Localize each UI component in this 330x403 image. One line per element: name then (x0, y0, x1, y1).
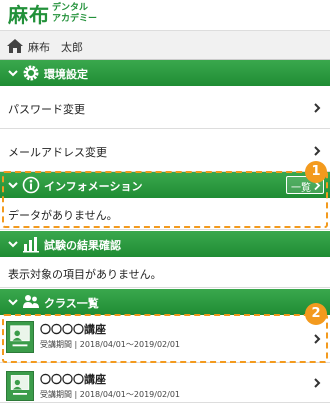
settings-item-email[interactable]: メールアドレス変更 (0, 129, 330, 172)
settings-item-password[interactable]: パスワード変更 (0, 86, 330, 129)
chevron-right-icon (314, 378, 321, 388)
course-period: 受講期間 | 2018/04/01〜2019/02/01 (40, 390, 180, 399)
course-title: 〇〇〇〇講座 (40, 373, 106, 386)
chevron-right-icon (314, 146, 321, 156)
badge-information: 1 (305, 161, 327, 183)
gear-icon (23, 65, 39, 81)
settings-item-label: パスワード変更 (8, 103, 85, 116)
logo-sub-text: デンタル アカデミー (52, 3, 122, 25)
user-name: 麻布 太郎 (28, 41, 83, 54)
section-header-classes[interactable]: クラス一覧 (0, 289, 330, 315)
highlight-frame-class-item (2, 314, 328, 363)
section-header-exam[interactable]: 試験の結果確認 (0, 231, 330, 257)
chevron-down-icon (8, 70, 18, 77)
section-title-classes: クラス一覧 (44, 297, 99, 310)
user-bar: 麻布 太郎 (0, 30, 330, 60)
chevron-right-icon (314, 103, 321, 113)
exam-empty-row: 表示対象の項目がありません。 (0, 257, 330, 288)
logo-bar: 麻布 デンタル アカデミー (0, 0, 330, 30)
logo-sub-line-2: アカデミー (52, 14, 98, 24)
logo-sub-line-1: デンタル (52, 3, 89, 13)
section-header-settings[interactable]: 環境設定 (0, 60, 330, 86)
chevron-down-icon (8, 299, 18, 306)
chevron-down-icon (8, 241, 18, 248)
exam-empty-text: 表示対象の項目がありません。 (8, 268, 162, 281)
badge-classes: 2 (305, 303, 327, 325)
section-title-settings: 環境設定 (44, 68, 88, 81)
settings-item-label: メールアドレス変更 (8, 146, 107, 159)
highlight-frame-information (2, 171, 328, 228)
section-title-exam: 試験の結果確認 (44, 239, 121, 252)
course-thumbnail-icon (6, 371, 34, 401)
class-list-item[interactable]: 〇〇〇〇講座 受講期間 | 2018/04/01〜2019/02/01 (0, 365, 330, 403)
home-icon[interactable] (6, 38, 24, 54)
logo-main-text: 麻布 (8, 3, 50, 27)
bar-chart-icon (23, 237, 39, 253)
users-icon (23, 295, 39, 308)
